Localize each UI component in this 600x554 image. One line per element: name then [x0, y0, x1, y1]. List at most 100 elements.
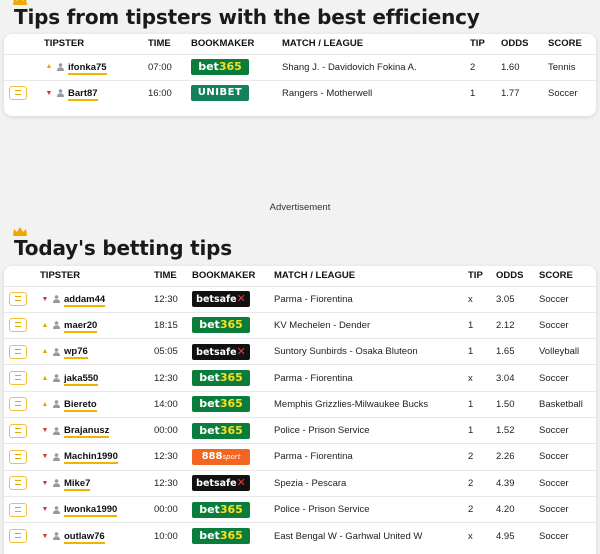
favorite-toggle-button[interactable] — [9, 318, 27, 333]
tipster-name-link[interactable]: Mike7 — [64, 477, 91, 491]
crown-icon — [13, 0, 27, 5]
odds-value: 4.95 — [496, 522, 539, 549]
table-row: ▲ maer20 18:15 bet365 KV Mechelen - Dender 1 2… — [4, 311, 596, 339]
match-league: Parma - Fiorentina — [274, 443, 468, 471]
favorite-toggle-button[interactable] — [9, 86, 27, 101]
bookmaker-logo-text: 365 — [219, 318, 243, 332]
bookmaker-logo-bet365[interactable]: bet365 — [192, 317, 250, 334]
trend-down-icon: ▼ — [41, 453, 49, 461]
match-league: Police - Prison Service — [274, 416, 468, 444]
column-header: ODDS — [496, 270, 524, 282]
bookmaker-logo-bet365[interactable]: bet365 — [191, 59, 249, 75]
favorite-toggle-button[interactable] — [9, 529, 27, 544]
bookmaker-logo-bet365[interactable]: bet365 — [192, 370, 250, 387]
favorite-toggle-button[interactable] — [9, 292, 27, 307]
tipster-name-link[interactable]: ifonka75 — [68, 61, 107, 75]
bookmaker-logo-unibet[interactable]: UNIBET — [191, 85, 249, 102]
favorite-toggle-button[interactable] — [9, 502, 27, 517]
tip-time: 16:00 — [148, 79, 191, 106]
section-title-todays-tips: Today's betting tips — [13, 227, 232, 260]
person-icon — [57, 89, 64, 98]
tipster-name-link[interactable]: Bart87 — [68, 87, 98, 101]
tipster-name-link[interactable]: Machin1990 — [64, 451, 118, 465]
tip-time: 12:30 — [154, 285, 192, 313]
trend-up-icon: ▲ — [41, 348, 49, 356]
table-header-row: TIPSTER TIME BOOKMAKER MATCH / LEAGUE TI… — [4, 34, 596, 54]
favorite-toggle-button[interactable] — [9, 449, 27, 464]
bookmaker-logo-bet365[interactable]: bet365 — [192, 396, 250, 413]
tipster-name-link[interactable]: Brajanusz — [64, 425, 110, 439]
trend-down-icon: ▼ — [41, 295, 49, 303]
table-row: ▼ Bart87 16:00 UNIBET Rangers - Motherwell 1 1… — [4, 79, 596, 106]
bookmaker-logo-888sport[interactable]: 888sport — [192, 448, 250, 465]
tip-value: 2 — [468, 469, 496, 497]
bookmaker-logo-text: ✕ — [236, 344, 246, 358]
bookmaker-logo-text: bet — [199, 529, 220, 543]
todays-tips-table-card: TIPSTER TIME BOOKMAKER MATCH / LEAGUE TI… — [4, 266, 596, 554]
tip-time: 00:00 — [154, 495, 192, 523]
column-header: MATCH / LEAGUE — [282, 38, 364, 50]
bookmaker-logo-text: betsafe — [196, 294, 237, 306]
column-header: TIPSTER — [40, 270, 81, 282]
table-row: ▲ wp76 05:05 betsafe✕ Suntory Sunbirds - Osa… — [4, 338, 596, 365]
tip-value: 1 — [468, 311, 496, 339]
section-title-text: Tips from tipsters with the best efficie… — [14, 5, 480, 29]
tip-time: 12:30 — [154, 364, 192, 392]
trend-up-icon: ▲ — [41, 400, 49, 408]
favorite-toggle-button[interactable] — [9, 371, 27, 386]
tipster-name-link[interactable]: jaka550 — [64, 372, 99, 386]
person-icon — [53, 453, 60, 461]
table-header-row: TIPSTER TIME BOOKMAKER MATCH / LEAGUE TI… — [4, 266, 596, 286]
person-icon — [53, 295, 60, 304]
trend-up-icon: ▲ — [41, 374, 49, 382]
bookmaker-logo-text: bet — [199, 397, 220, 411]
tipster-name-link[interactable]: wp76 — [64, 346, 88, 360]
tip-time: 12:30 — [154, 469, 192, 497]
score-sport: Soccer — [539, 416, 596, 444]
table-row: ▼ outlaw76 10:00 bet365 East Bengal W - Garh… — [4, 522, 596, 549]
column-header: TIME — [154, 270, 177, 282]
bookmaker-logo-text: betsafe — [196, 346, 237, 358]
tip-value: 2 — [468, 443, 496, 471]
tip-value: 1 — [468, 338, 496, 365]
favorite-toggle-button[interactable] — [9, 476, 27, 491]
tip-value: x — [468, 522, 496, 549]
tipster-name-link[interactable]: outlaw76 — [64, 530, 105, 544]
bookmaker-logo-text: ✕ — [236, 292, 246, 306]
favorite-toggle-button[interactable] — [9, 344, 27, 359]
column-header: MATCH / LEAGUE — [274, 270, 356, 282]
bookmaker-logo-bet365[interactable]: bet365 — [192, 501, 250, 518]
bookmaker-logo-text: bet — [199, 423, 220, 437]
match-league: Suntory Sunbirds - Osaka Bluteon — [274, 338, 468, 365]
person-icon — [53, 479, 60, 488]
tip-value: 1 — [468, 416, 496, 444]
tipster-name-link[interactable]: maer20 — [64, 319, 98, 333]
favorite-toggle-button[interactable] — [9, 423, 27, 438]
bookmaker-logo-bet365[interactable]: bet365 — [192, 422, 250, 439]
odds-value: 2.12 — [496, 311, 539, 339]
tipster-name-link[interactable]: Iwonka1990 — [64, 504, 118, 518]
bookmaker-logo-betsafe[interactable]: betsafe✕ — [192, 291, 250, 308]
bookmaker-logo-betsafe[interactable]: betsafe✕ — [192, 475, 250, 492]
tip-time: 00:00 — [154, 416, 192, 444]
person-icon — [53, 400, 60, 409]
tip-time: 05:05 — [154, 338, 192, 365]
match-league: Rangers - Motherwell — [282, 79, 470, 106]
tip-time: 12:30 — [154, 443, 192, 471]
bookmaker-logo-text: 888 — [201, 450, 223, 462]
bookmaker-logo-betsafe[interactable]: betsafe✕ — [192, 343, 250, 360]
match-league: Shang J. - Davidovich Fokina A. — [282, 53, 470, 80]
bookmaker-logo-text: betsafe — [196, 478, 237, 490]
bookmaker-logo-bet365[interactable]: bet365 — [192, 528, 250, 545]
tip-value: x — [468, 285, 496, 313]
match-league: KV Mechelen - Dender — [274, 311, 468, 339]
tipster-name-link[interactable]: Biereto — [64, 398, 97, 412]
odds-value: 1.50 — [496, 390, 539, 418]
table-row: ▼ addam44 12:30 betsafe✕ Parma - Fiorentina x… — [4, 285, 596, 313]
tip-value: 2 — [468, 495, 496, 523]
trend-up-icon: ▲ — [45, 63, 53, 71]
favorite-toggle-button[interactable] — [9, 397, 27, 412]
tipster-name-link[interactable]: addam44 — [64, 293, 106, 307]
todays-tips-table: TIPSTER TIME BOOKMAKER MATCH / LEAGUE TI… — [4, 266, 596, 549]
bookmaker-logo-text: bet — [198, 60, 219, 73]
